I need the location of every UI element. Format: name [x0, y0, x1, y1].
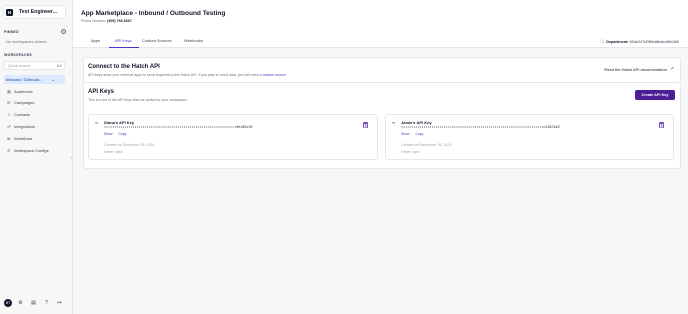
tab-webhooks[interactable]: Webhooks	[184, 38, 203, 43]
active-tab-indicator	[109, 47, 139, 48]
sidebar-footer: BT ⚙ ▤ ? ↦	[4, 299, 70, 307]
api-key-masked: ••••••••••••••••••••••••••••••••••••••••…	[401, 126, 560, 130]
connect-description: API keys allow your external apps to sen…	[88, 73, 286, 77]
tab-custom-sources[interactable]: Custom Sources	[142, 38, 172, 43]
copy-key-link[interactable]: Copy	[415, 132, 423, 136]
workspace-switcher[interactable]: H Test Engineer...	[3, 5, 66, 19]
copy-key-link[interactable]: Copy	[118, 132, 126, 136]
external-link-icon: ↗	[669, 66, 674, 72]
active-workspace-label: Inbound / Outboun...	[6, 77, 43, 82]
api-keys-subtitle: This is a list of the API keys that are …	[88, 98, 188, 102]
sidebar-item-contacts[interactable]: ☺ Contacts	[7, 112, 30, 117]
department-value: 60de247d0f5b48bdec66b369	[629, 40, 679, 44]
gear-icon[interactable]: ⚙	[18, 300, 23, 306]
sidebar-item-integrations[interactable]: ☍ Integrations	[7, 124, 35, 129]
quick-search-input[interactable]: Quick search... ⌘K	[4, 61, 65, 70]
api-key-masked: ••••••••••••••••••••••••••••••••••••••••…	[104, 126, 253, 130]
tab-bar: Apps API Keys Custom Sources Webhooks	[73, 34, 688, 48]
connect-card: Connect to the Hatch API API keys allow …	[83, 57, 681, 83]
custom-source-link[interactable]: custom source	[263, 73, 286, 77]
sidebar-item-workflows[interactable]: ↹ Workflows	[7, 136, 32, 141]
chevron-down-icon[interactable]: ⌄	[52, 77, 55, 82]
api-docs-link[interactable]: Read the Hatch API documentation ↗	[604, 66, 674, 72]
api-keys-card: API Keys This is a list of the API keys …	[83, 83, 681, 169]
api-key-name: Jamie's API Key	[401, 120, 432, 125]
phone-label: Phone Number:	[81, 19, 107, 23]
no-pinned-text: No workspaces pinned	[6, 39, 47, 44]
integrations-icon: ☍	[7, 123, 12, 129]
connect-desc-text: API keys allow your external apps to sen…	[88, 73, 262, 77]
api-key-actions: Show Copy	[401, 132, 428, 136]
workspace-name: Test Engineer...	[19, 9, 57, 15]
main-content: App Marketplace - Inbound / Outbound Tes…	[73, 0, 688, 314]
trash-icon[interactable]	[659, 122, 664, 128]
department-label: Department:	[606, 40, 629, 44]
chart-icon[interactable]: ▤	[31, 300, 36, 306]
show-key-link[interactable]: Show	[104, 132, 112, 136]
search-shortcut: ⌘K	[56, 63, 62, 68]
api-key-last-used: Never used	[401, 150, 420, 154]
hatch-logo: H	[6, 8, 13, 16]
sidebar-item-label: Integrations	[14, 124, 35, 129]
page-header: App Marketplace - Inbound / Outbound Tes…	[73, 0, 688, 34]
sidebar-item-campaigns[interactable]: ✉ Campaigns	[7, 100, 34, 105]
workflows-icon: ↹	[7, 135, 11, 141]
sidebar-item-active-workspace[interactable]: Inbound / Outboun... ⌄	[4, 75, 65, 84]
department-info: ⓘ Department: 60de247d0f5b48bdec66b369	[600, 39, 679, 45]
sidebar-item-workspace-configs[interactable]: ⚙ Workspace Configs	[7, 148, 49, 153]
sidebar: H Test Engineer... PINNED + No workspace…	[0, 0, 73, 314]
sidebar-item-label: Workflows	[14, 136, 33, 141]
avatar[interactable]: BT	[4, 299, 12, 307]
api-key-card: ⊸ Diana's API Key ••••••••••••••••••••••…	[88, 114, 378, 160]
sidebar-item-label: Campaigns	[14, 100, 35, 105]
api-key-created: Created on December 26, 2024	[401, 143, 452, 147]
key-icon: ⊸	[392, 121, 396, 125]
page-title: App Marketplace - Inbound / Outbound Tes…	[81, 10, 226, 17]
sidebar-item-audiences[interactable]: ▦ Audiences	[7, 89, 33, 94]
api-docs-label: Read the Hatch API documentation	[604, 66, 667, 72]
campaigns-icon: ✉	[7, 99, 11, 105]
tab-api-keys[interactable]: API Keys	[115, 38, 131, 43]
sidebar-item-label: Workspace Configs	[14, 148, 49, 153]
info-icon: ⓘ	[600, 39, 605, 44]
sidebar-item-label: Contacts	[14, 112, 30, 117]
contacts-icon: ☺	[7, 111, 12, 117]
help-icon[interactable]: ?	[44, 300, 49, 306]
add-pinned-icon[interactable]: +	[61, 29, 66, 34]
audiences-icon: ▦	[7, 88, 11, 94]
settings-icon: ⚙	[7, 147, 11, 153]
trash-icon[interactable]	[363, 122, 368, 128]
phone-value: (405) 794-6667	[107, 19, 132, 23]
api-key-name: Diana's API Key	[104, 120, 135, 125]
create-api-key-button[interactable]: Create API Key	[635, 90, 675, 100]
api-key-last-used: Never used	[104, 150, 123, 154]
workspaces-label: WORKSPACES	[4, 53, 32, 57]
phone-number: Phone Number: (405) 794-6667	[81, 19, 132, 23]
sidebar-item-label: Audiences	[14, 89, 33, 94]
connect-title: Connect to the Hatch API	[88, 64, 160, 70]
quick-search-placeholder: Quick search...	[8, 63, 34, 68]
pinned-label: PINNED	[4, 30, 19, 34]
api-key-card: ⊸ Jamie's API Key ••••••••••••••••••••••…	[385, 114, 674, 160]
api-key-created: Created on December 26, 2024	[104, 143, 155, 147]
api-key-actions: Show Copy	[104, 132, 131, 136]
api-keys-title: API Keys	[88, 89, 115, 95]
logout-icon[interactable]: ↦	[57, 300, 62, 306]
tab-apps[interactable]: Apps	[91, 38, 100, 43]
show-key-link[interactable]: Show	[401, 132, 409, 136]
key-icon: ⊸	[95, 121, 99, 125]
